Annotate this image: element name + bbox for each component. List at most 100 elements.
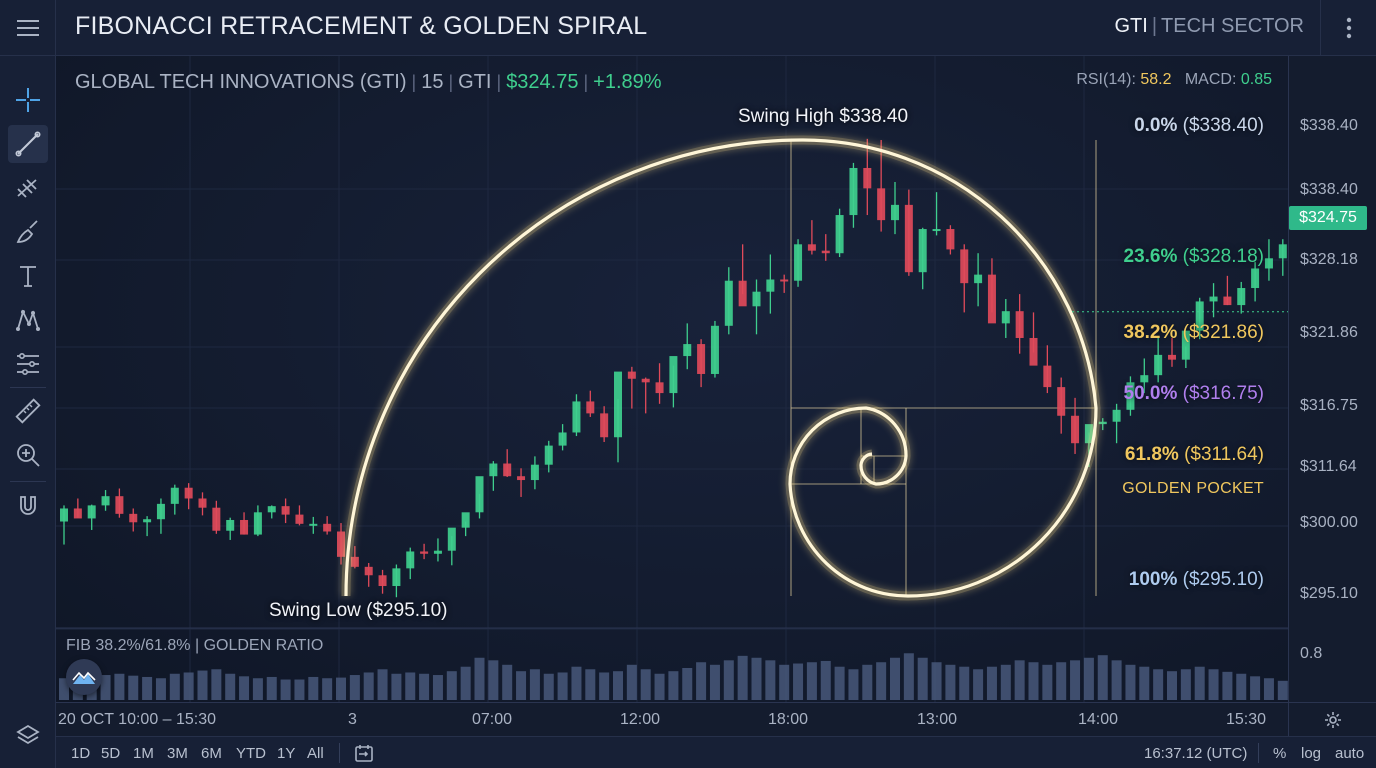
candle-body	[614, 371, 622, 438]
gear-icon	[1324, 711, 1341, 728]
chart-settings-button[interactable]	[1288, 702, 1376, 736]
layers-button[interactable]	[8, 716, 48, 754]
volume-bar	[1167, 671, 1177, 700]
brush-tool[interactable]	[8, 213, 48, 251]
chart-canvas[interactable]: GLOBAL TECH INNOVATIONS (GTI) | 15 | GTI | $32…	[56, 56, 1288, 702]
candle-body	[1140, 375, 1149, 383]
time-axis[interactable]: 20 OCT 10:00 – 15:30 3 07:00 12:00 18:00…	[56, 702, 1288, 736]
axis-price-label: $338.40	[1300, 181, 1358, 198]
ruler-tool[interactable]	[8, 392, 48, 430]
percent-scale-toggle[interactable]: %	[1273, 745, 1286, 762]
price-chart[interactable]	[56, 56, 1288, 702]
chart-logo-button[interactable]	[66, 659, 102, 695]
volume-bar	[1208, 669, 1219, 700]
fib-retracement-tool[interactable]	[8, 169, 48, 207]
candle-body	[697, 344, 706, 374]
candle-body	[918, 229, 927, 273]
toolbar-divider	[10, 387, 46, 388]
volume-bar	[488, 660, 499, 700]
fib-price: ($321.86)	[1182, 322, 1264, 343]
magnet-tool[interactable]	[8, 487, 48, 525]
text-tool[interactable]	[8, 257, 48, 295]
candle-body	[794, 244, 803, 281]
volume-bar	[986, 666, 997, 700]
log-scale-toggle[interactable]: log	[1301, 745, 1321, 762]
fib-retracement-icon	[17, 179, 37, 198]
zoom-tool[interactable]	[8, 436, 48, 474]
volume-bar	[1097, 655, 1108, 700]
candle-body	[1001, 311, 1010, 324]
volume-bar	[322, 678, 333, 700]
trendline-icon	[15, 131, 41, 157]
candle-body	[586, 401, 595, 414]
price-axis[interactable]: $338.40 $338.40 $328.18 $321.86 $316.75 …	[1288, 56, 1376, 702]
volume-bar	[419, 673, 430, 700]
volume-bar	[765, 660, 776, 700]
candle-body	[987, 274, 996, 324]
range-1y[interactable]: 1Y	[277, 745, 295, 762]
volume-bar	[155, 678, 166, 700]
layers-icon	[16, 724, 40, 745]
utc-clock[interactable]: 16:37.12 (UTC)	[1144, 745, 1247, 762]
candle-body	[212, 507, 221, 531]
axis-price-label: $311.64	[1300, 458, 1357, 475]
fib-levels-tool[interactable]	[8, 345, 48, 383]
volume-bar	[959, 666, 970, 700]
volume-bar	[211, 669, 222, 700]
volume-bar	[280, 679, 291, 700]
fib-pct: 61.8%	[1124, 444, 1179, 465]
crosshair-tool[interactable]	[8, 81, 48, 119]
golden-spiral-path	[344, 138, 1098, 598]
volume-bar	[696, 662, 707, 700]
volume-bar	[502, 664, 513, 700]
go-to-date-button[interactable]	[354, 743, 374, 768]
indicator-readout[interactable]: RSI(14): 58.2 MACD: 0.85	[1076, 71, 1272, 89]
macd-value: 0.85	[1240, 71, 1272, 88]
candle-body	[807, 244, 816, 251]
volume-bar	[682, 668, 693, 700]
macd-label: MACD:	[1184, 71, 1237, 88]
range-3m[interactable]: 3M	[167, 745, 188, 762]
volume-bar	[1250, 676, 1261, 700]
volume-bar	[723, 660, 734, 700]
range-5d[interactable]: 5D	[101, 745, 120, 762]
candle-body	[517, 476, 526, 481]
range-all[interactable]: All	[307, 745, 324, 762]
fib-price: ($295.10)	[1182, 569, 1264, 590]
candle-body	[392, 568, 401, 587]
symbol-selector[interactable]: GTI | TECH SECTOR	[1114, 15, 1304, 38]
menu-button[interactable]	[0, 0, 56, 56]
range-6m[interactable]: 6M	[201, 745, 222, 762]
candle-body	[1154, 354, 1163, 376]
candle-body	[655, 382, 664, 394]
fib-label-0: 0.0% ($338.40)	[1134, 115, 1264, 137]
more-options-button[interactable]	[1320, 0, 1376, 56]
volume-bar	[308, 676, 319, 700]
candle-body	[1043, 365, 1052, 388]
hamburger-icon	[16, 20, 39, 36]
rsi-value: 58.2	[1140, 71, 1172, 88]
symbol-legend[interactable]: GLOBAL TECH INNOVATIONS (GTI) | 15 | GTI | $32…	[75, 71, 662, 94]
volume-bar	[1000, 664, 1011, 700]
fib-price: ($338.40)	[1182, 115, 1264, 136]
pattern-tool[interactable]	[8, 301, 48, 339]
fib-label-236: 23.6% ($328.18)	[1124, 246, 1265, 268]
candle-body	[87, 505, 96, 519]
auto-scale-toggle[interactable]: auto	[1335, 745, 1364, 762]
candle-body	[226, 519, 235, 531]
kebab-icon	[1346, 17, 1351, 39]
time-label: 07:00	[472, 711, 513, 728]
range-1m[interactable]: 1M	[133, 745, 154, 762]
trendline-tool[interactable]	[8, 125, 48, 163]
range-ytd[interactable]: YTD	[236, 745, 266, 762]
time-label: 18:00	[768, 711, 809, 728]
golden-pocket-label: GOLDEN POCKET	[1122, 480, 1264, 497]
volume-bar	[239, 676, 250, 700]
candle-body	[530, 464, 539, 481]
range-1d[interactable]: 1D	[71, 745, 90, 762]
divider	[1258, 743, 1259, 763]
volume-bar	[890, 657, 900, 700]
candle-body	[752, 291, 761, 307]
volume-bar	[100, 675, 111, 700]
volume-bar	[225, 673, 236, 700]
